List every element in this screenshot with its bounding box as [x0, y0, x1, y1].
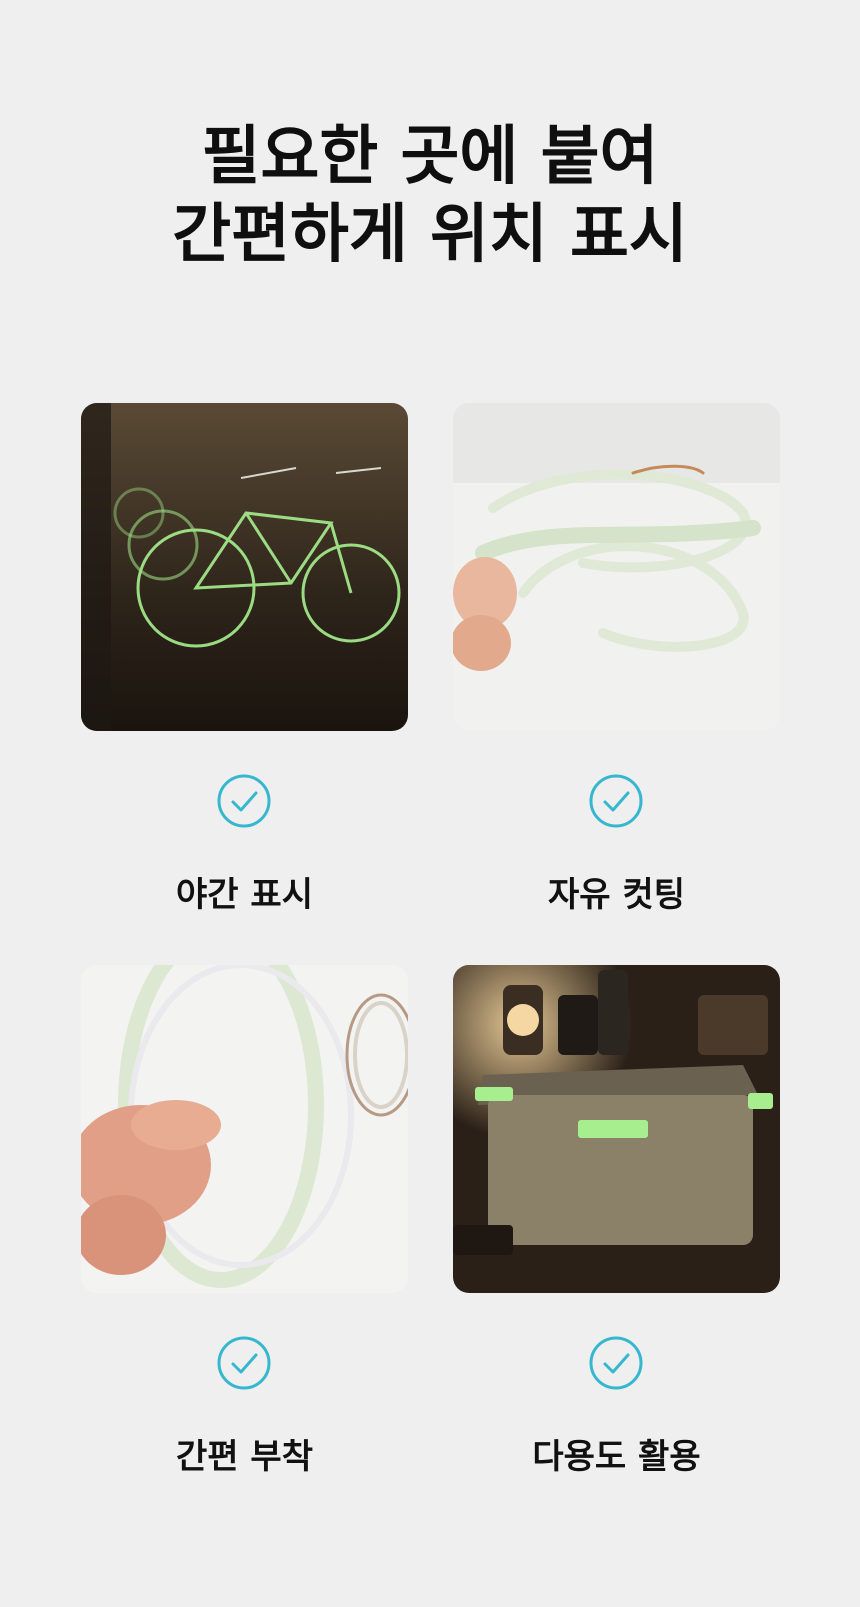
check-circle-icon — [217, 774, 271, 828]
check-circle-icon — [217, 1336, 271, 1390]
coiled-tape-image — [81, 965, 408, 1293]
feature-label-multipurpose: 다용도 활용 — [532, 1437, 701, 1477]
feature-label-night-display: 야간 표시 — [176, 875, 313, 915]
night-display-photo — [81, 403, 408, 731]
feature-label-easy-attach: 간편 부착 — [176, 1437, 313, 1477]
storage-box-image — [453, 965, 780, 1293]
page-title: 필요한 곳에 붙여 간편하게 위치 표시 — [0, 118, 860, 274]
free-cutting-photo — [453, 403, 780, 731]
tape-strip-image — [453, 403, 780, 731]
check-circle-icon — [589, 1336, 643, 1390]
title-line-2: 간편하게 위치 표시 — [172, 198, 688, 272]
title-line-1: 필요한 곳에 붙여 — [201, 120, 659, 194]
check-circle-icon — [589, 774, 643, 828]
feature-label-free-cutting: 자유 컷팅 — [548, 875, 685, 915]
easy-attach-photo — [81, 965, 408, 1293]
multipurpose-photo — [453, 965, 780, 1293]
bicycle-glow-image — [81, 403, 408, 731]
